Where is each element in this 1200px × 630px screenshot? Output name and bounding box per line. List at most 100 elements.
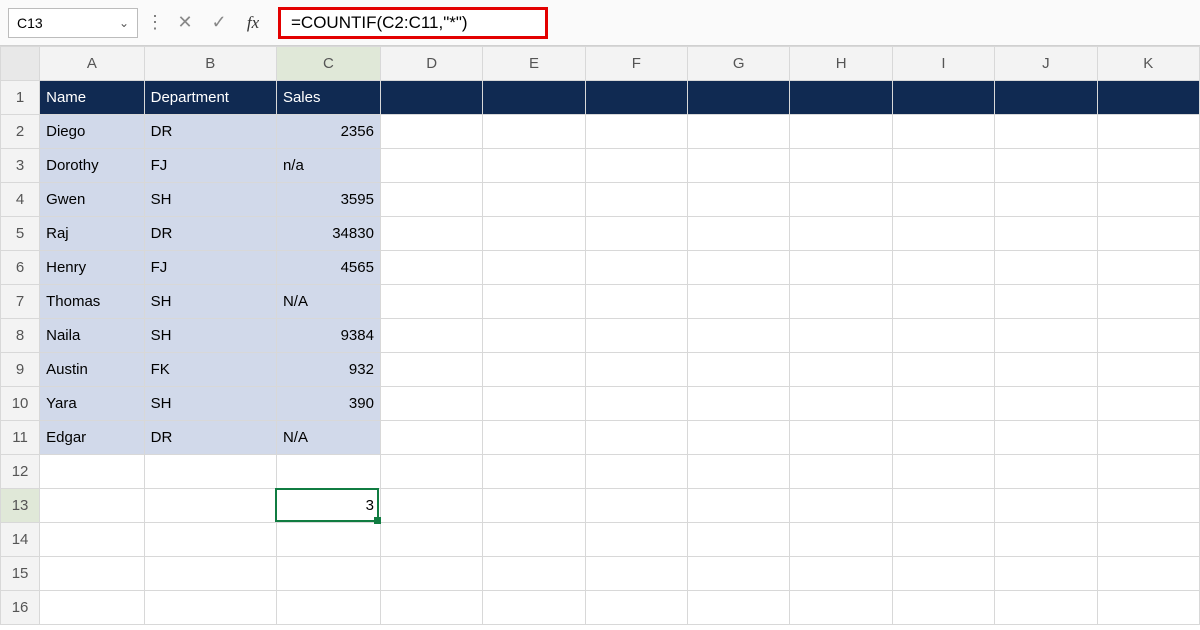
row-header-9[interactable]: 9 [1,353,40,387]
row-header-7[interactable]: 7 [1,285,40,319]
cell-D7[interactable] [380,285,482,319]
cell-E14[interactable] [483,523,585,557]
cell-D5[interactable] [380,217,482,251]
cell-D16[interactable] [380,591,482,625]
column-header-H[interactable]: H [790,47,892,81]
cell-I14[interactable] [892,523,994,557]
cell-E16[interactable] [483,591,585,625]
cell-I4[interactable] [892,183,994,217]
cell-B6[interactable]: FJ [144,251,276,285]
cell-F16[interactable] [585,591,687,625]
cell-D15[interactable] [380,557,482,591]
row-header-6[interactable]: 6 [1,251,40,285]
cell-B7[interactable]: SH [144,285,276,319]
cell-C10[interactable]: 390 [276,387,380,421]
cell-F6[interactable] [585,251,687,285]
cell-I1[interactable] [892,81,994,115]
cell-D2[interactable] [380,115,482,149]
cell-B13[interactable] [144,489,276,523]
cell-K2[interactable] [1097,115,1199,149]
cell-F11[interactable] [585,421,687,455]
column-header-J[interactable]: J [995,47,1097,81]
cell-C5[interactable]: 34830 [276,217,380,251]
cell-E2[interactable] [483,115,585,149]
spreadsheet-grid[interactable]: ABCDEFGHIJK1NameDepartmentSales2DiegoDR2… [0,46,1200,625]
cell-B9[interactable]: FK [144,353,276,387]
row-header-4[interactable]: 4 [1,183,40,217]
cell-F3[interactable] [585,149,687,183]
cell-E5[interactable] [483,217,585,251]
cell-J13[interactable] [995,489,1097,523]
cell-K1[interactable] [1097,81,1199,115]
cell-G5[interactable] [688,217,790,251]
cell-C3[interactable]: n/a [276,149,380,183]
cell-C16[interactable] [276,591,380,625]
cell-B2[interactable]: DR [144,115,276,149]
cell-F14[interactable] [585,523,687,557]
cell-G13[interactable] [688,489,790,523]
cell-C9[interactable]: 932 [276,353,380,387]
cell-G12[interactable] [688,455,790,489]
cell-C15[interactable] [276,557,380,591]
cell-E1[interactable] [483,81,585,115]
cell-H11[interactable] [790,421,892,455]
cell-A4[interactable]: Gwen [40,183,144,217]
row-header-2[interactable]: 2 [1,115,40,149]
cell-G1[interactable] [688,81,790,115]
cell-H6[interactable] [790,251,892,285]
cell-D1[interactable] [380,81,482,115]
cell-H9[interactable] [790,353,892,387]
cell-K9[interactable] [1097,353,1199,387]
cell-J9[interactable] [995,353,1097,387]
cell-K8[interactable] [1097,319,1199,353]
cell-J8[interactable] [995,319,1097,353]
cell-E4[interactable] [483,183,585,217]
cell-I12[interactable] [892,455,994,489]
cell-J14[interactable] [995,523,1097,557]
cell-K15[interactable] [1097,557,1199,591]
cell-H15[interactable] [790,557,892,591]
cell-B16[interactable] [144,591,276,625]
cell-E11[interactable] [483,421,585,455]
cell-A1[interactable]: Name [40,81,144,115]
cell-H10[interactable] [790,387,892,421]
cell-H4[interactable] [790,183,892,217]
cell-E6[interactable] [483,251,585,285]
cell-A2[interactable]: Diego [40,115,144,149]
row-header-5[interactable]: 5 [1,217,40,251]
column-header-B[interactable]: B [144,47,276,81]
cell-D10[interactable] [380,387,482,421]
row-header-10[interactable]: 10 [1,387,40,421]
cell-A9[interactable]: Austin [40,353,144,387]
cell-C12[interactable] [276,455,380,489]
cell-G14[interactable] [688,523,790,557]
cell-E8[interactable] [483,319,585,353]
cell-F1[interactable] [585,81,687,115]
cell-F15[interactable] [585,557,687,591]
cell-H2[interactable] [790,115,892,149]
cell-A7[interactable]: Thomas [40,285,144,319]
cell-D8[interactable] [380,319,482,353]
cell-J2[interactable] [995,115,1097,149]
more-icon[interactable]: ⋮ [146,12,164,33]
column-header-C[interactable]: C [276,47,380,81]
cell-K5[interactable] [1097,217,1199,251]
cell-K7[interactable] [1097,285,1199,319]
cell-A3[interactable]: Dorothy [40,149,144,183]
cell-A6[interactable]: Henry [40,251,144,285]
cell-B14[interactable] [144,523,276,557]
cell-E12[interactable] [483,455,585,489]
formula-input[interactable]: =COUNTIF(C2:C11,"*") [278,7,548,39]
cell-H5[interactable] [790,217,892,251]
cell-C13[interactable]: 3 [276,489,380,523]
cell-A5[interactable]: Raj [40,217,144,251]
cell-E3[interactable] [483,149,585,183]
row-header-11[interactable]: 11 [1,421,40,455]
row-header-13[interactable]: 13 [1,489,40,523]
cell-C6[interactable]: 4565 [276,251,380,285]
cell-D9[interactable] [380,353,482,387]
row-header-15[interactable]: 15 [1,557,40,591]
cell-K10[interactable] [1097,387,1199,421]
row-header-16[interactable]: 16 [1,591,40,625]
cell-F8[interactable] [585,319,687,353]
